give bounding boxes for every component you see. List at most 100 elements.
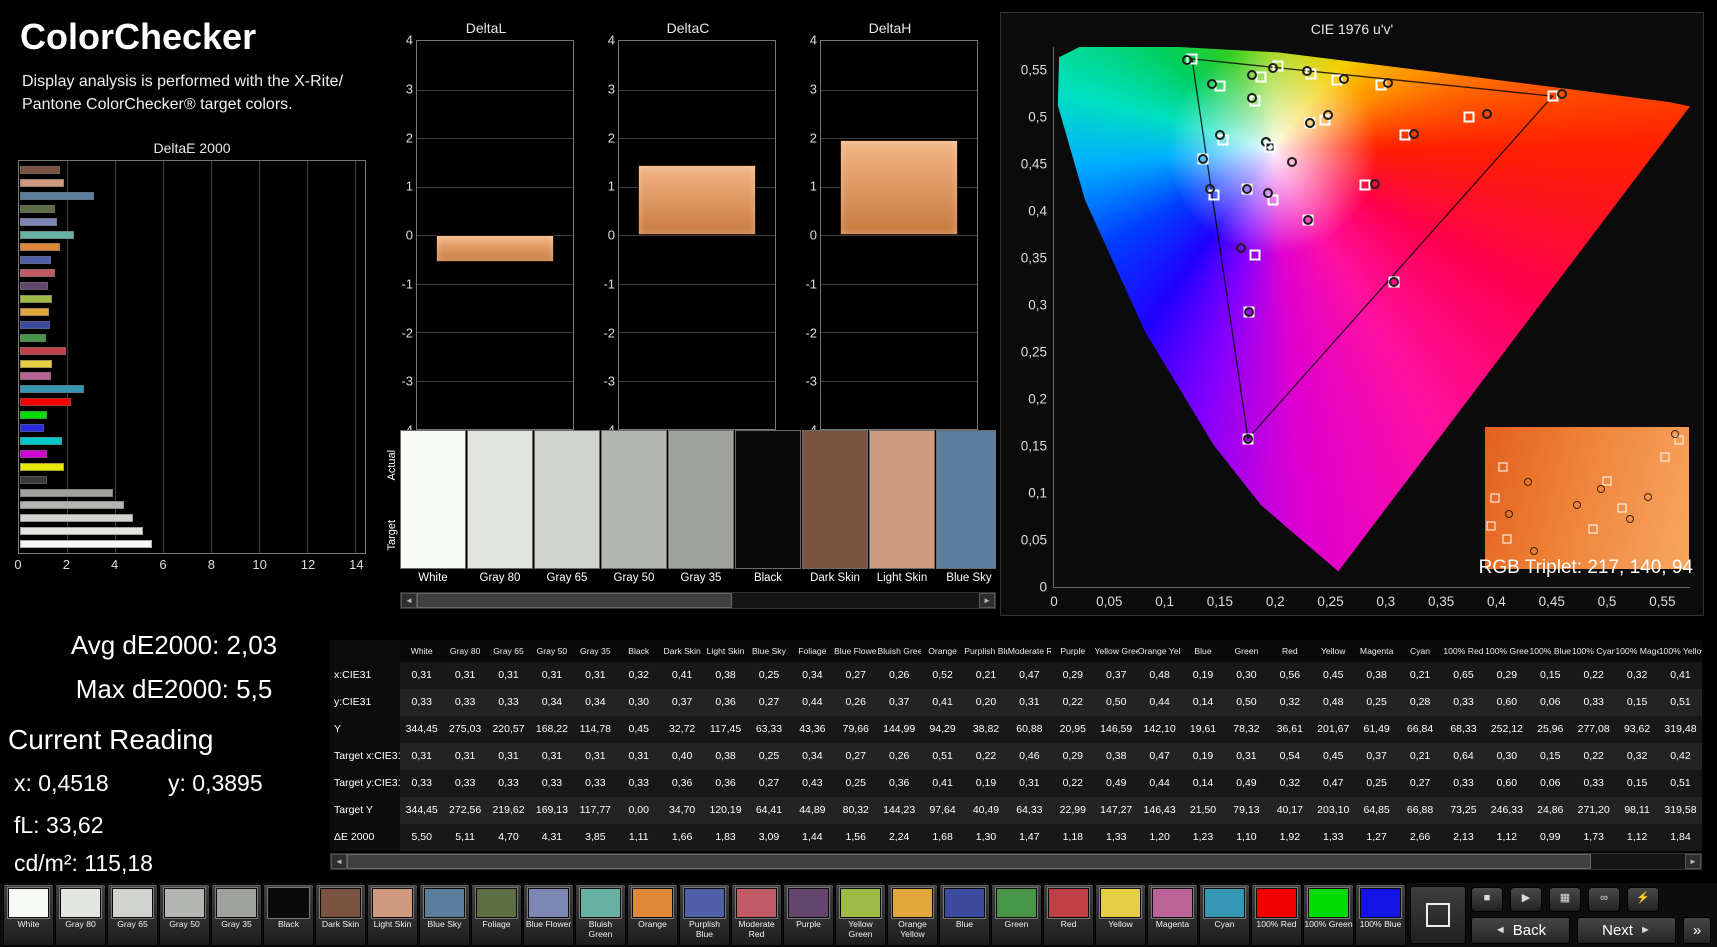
- table-cell: 0,48: [1323, 696, 1344, 708]
- cie-plot: 0 0 0,05 0,05 0,1 0,1 0,15 0,15 0,2 0,2 0,25 0,25 0,…: [1021, 47, 1690, 609]
- patch-button-dark-skin[interactable]: Dark Skin: [315, 884, 366, 946]
- table-scrollbar[interactable]: ◄ ►: [330, 853, 1702, 870]
- table-cell: 0,64: [1453, 750, 1474, 762]
- stop-button[interactable]: ■: [1471, 886, 1503, 912]
- table-cell: 0,50: [1105, 696, 1127, 708]
- continuous-button[interactable]: ∞: [1588, 886, 1620, 912]
- gridline: [821, 332, 977, 333]
- patch-button-light-skin[interactable]: Light Skin: [367, 884, 418, 946]
- patch-color: [936, 430, 996, 569]
- play-button[interactable]: ▶: [1510, 886, 1542, 912]
- patch-button-black[interactable]: Black: [263, 884, 314, 946]
- patch-button-label: Blue: [955, 919, 974, 929]
- patch-button-green[interactable]: Green: [991, 884, 1042, 946]
- pattern-grid-button[interactable]: ▦: [1549, 886, 1581, 912]
- table-cell: 1,66: [671, 831, 693, 843]
- table-cell: 0,41: [932, 696, 953, 708]
- table-cell: 0,54: [1279, 750, 1301, 762]
- table-cell: 142,10: [1143, 723, 1176, 735]
- inset-target-marker: [1617, 503, 1627, 513]
- gridline: [821, 283, 977, 285]
- scrollbar-thumb[interactable]: [347, 854, 1592, 869]
- table-cell: 0,50: [1236, 696, 1257, 708]
- patch-button-moderate-red[interactable]: Moderate Red: [731, 884, 782, 946]
- patch-button-white[interactable]: White: [3, 884, 54, 946]
- table-cell: 1,27: [1366, 831, 1387, 843]
- patch-button-100-green[interactable]: 100% Green: [1303, 884, 1354, 946]
- patch-button-yellow[interactable]: Yellow: [1095, 884, 1146, 946]
- patch-gray-35[interactable]: Gray 35: [668, 430, 734, 590]
- table-row-y: Y 344,45 275,03 220,57 168,22 114,78 0,45 32,72…: [330, 716, 1702, 743]
- patch-gray-65[interactable]: Gray 65: [534, 430, 600, 590]
- table-cell: 1,44: [802, 831, 823, 843]
- patch-button-yellow-green[interactable]: Yellow Green: [835, 884, 886, 946]
- next-button[interactable]: Next ►: [1577, 916, 1676, 944]
- cie-measured-marker-moderate-red: [1408, 128, 1419, 139]
- column-header-dark-skin: Dark Skin: [663, 646, 701, 656]
- patch-button-blue-flower[interactable]: Blue Flower: [523, 884, 574, 946]
- patch-button-gray-50[interactable]: Gray 50: [159, 884, 210, 946]
- patch-gray-50[interactable]: Gray 50: [601, 430, 667, 590]
- patch-button-100-red[interactable]: 100% Red: [1251, 884, 1302, 946]
- axis-tick-label: 3: [405, 81, 413, 97]
- scroll-right-button[interactable]: ►: [979, 593, 995, 608]
- scroll-left-button[interactable]: ◄: [331, 854, 347, 869]
- patch-button-orange[interactable]: Orange: [627, 884, 678, 946]
- table-row-target-x-cie31: Target x:CIE31 0,31 0,31 0,31 0,31 0,31 0,31 0,…: [330, 743, 1702, 770]
- table-cell: 0,32: [628, 669, 649, 681]
- patch-button-purplish-blue[interactable]: Purplish Blue: [679, 884, 730, 946]
- patch-button-orange-yellow[interactable]: Orange Yellow: [887, 884, 938, 946]
- patch-button-100-blue[interactable]: 100% Blue: [1355, 884, 1406, 946]
- patch-button-blue-sky[interactable]: Blue Sky: [419, 884, 470, 946]
- patch-button-label: 100% Blue: [1359, 919, 1402, 929]
- patch-button-bluish-green[interactable]: Bluish Green: [575, 884, 626, 946]
- pattern-window-button[interactable]: [1410, 886, 1466, 944]
- axis-tick-label: -2: [805, 325, 817, 340]
- cie-measured-marker-foliage: [1246, 92, 1257, 103]
- table-cell: 0,36: [715, 696, 736, 708]
- table-cell: 0,37: [671, 696, 693, 708]
- patch-button-gray-35[interactable]: Gray 35: [211, 884, 262, 946]
- patch-gray-80[interactable]: Gray 80: [467, 430, 533, 590]
- patch-swatch: [215, 887, 258, 919]
- back-button[interactable]: ◄ Back: [1471, 916, 1570, 944]
- table-cell: 275,03: [449, 723, 482, 735]
- table-row-y-cie31: y:CIE31 0,33 0,33 0,33 0,34 0,34 0,30 0,37 0,36 0…: [330, 689, 1702, 716]
- scrollbar-thumb[interactable]: [417, 593, 732, 608]
- patch-black[interactable]: Black: [735, 430, 801, 590]
- table-cell: 0,34: [585, 696, 606, 708]
- rgb-triplet-label: RGB Triplet: 217, 140, 94: [1478, 557, 1693, 578]
- patch-button-cyan[interactable]: Cyan: [1199, 884, 1250, 946]
- scrollbar-track[interactable]: [347, 854, 1685, 869]
- scroll-left-button[interactable]: ◄: [401, 593, 417, 608]
- patch-white[interactable]: White: [400, 430, 466, 590]
- patch-strip-scrollbar[interactable]: ◄ ►: [400, 592, 996, 609]
- flash-button[interactable]: ⚡: [1627, 886, 1659, 912]
- scrollbar-track[interactable]: [417, 593, 979, 608]
- patch-button-magenta[interactable]: Magenta: [1147, 884, 1198, 946]
- cie-measured-marker-light-skin: [1305, 118, 1316, 129]
- table-cell: 1,83: [715, 831, 736, 843]
- scroll-right-button[interactable]: ►: [1685, 854, 1701, 869]
- row-label: y:CIE31: [330, 689, 400, 716]
- patch-button-foliage[interactable]: Foliage: [471, 884, 522, 946]
- axis-tick-label: 12: [300, 557, 316, 572]
- table-cell: 0,14: [1192, 777, 1214, 789]
- patch-blue-sky[interactable]: Blue Sky: [936, 430, 996, 590]
- table-cell: 203,10: [1317, 804, 1350, 816]
- patch-button-purple[interactable]: Purple: [783, 884, 834, 946]
- patch-button-blue[interactable]: Blue: [939, 884, 990, 946]
- table-cell: 0,22: [1062, 696, 1084, 708]
- gridline: [211, 161, 213, 553]
- table-cell: 0,37: [1366, 750, 1387, 762]
- patch-button-gray-65[interactable]: Gray 65: [107, 884, 158, 946]
- table-cell: 0,25: [1366, 777, 1387, 789]
- patch-dark-skin[interactable]: Dark Skin: [802, 430, 868, 590]
- column-header-cyan: Cyan: [1410, 646, 1431, 656]
- patch-button-gray-80[interactable]: Gray 80: [55, 884, 106, 946]
- table-cell: 63,33: [755, 723, 783, 735]
- patch-light-skin[interactable]: Light Skin: [869, 430, 935, 590]
- patch-button-red[interactable]: Red: [1043, 884, 1094, 946]
- table-cell: 60,88: [1016, 723, 1043, 735]
- more-button[interactable]: »: [1683, 916, 1711, 944]
